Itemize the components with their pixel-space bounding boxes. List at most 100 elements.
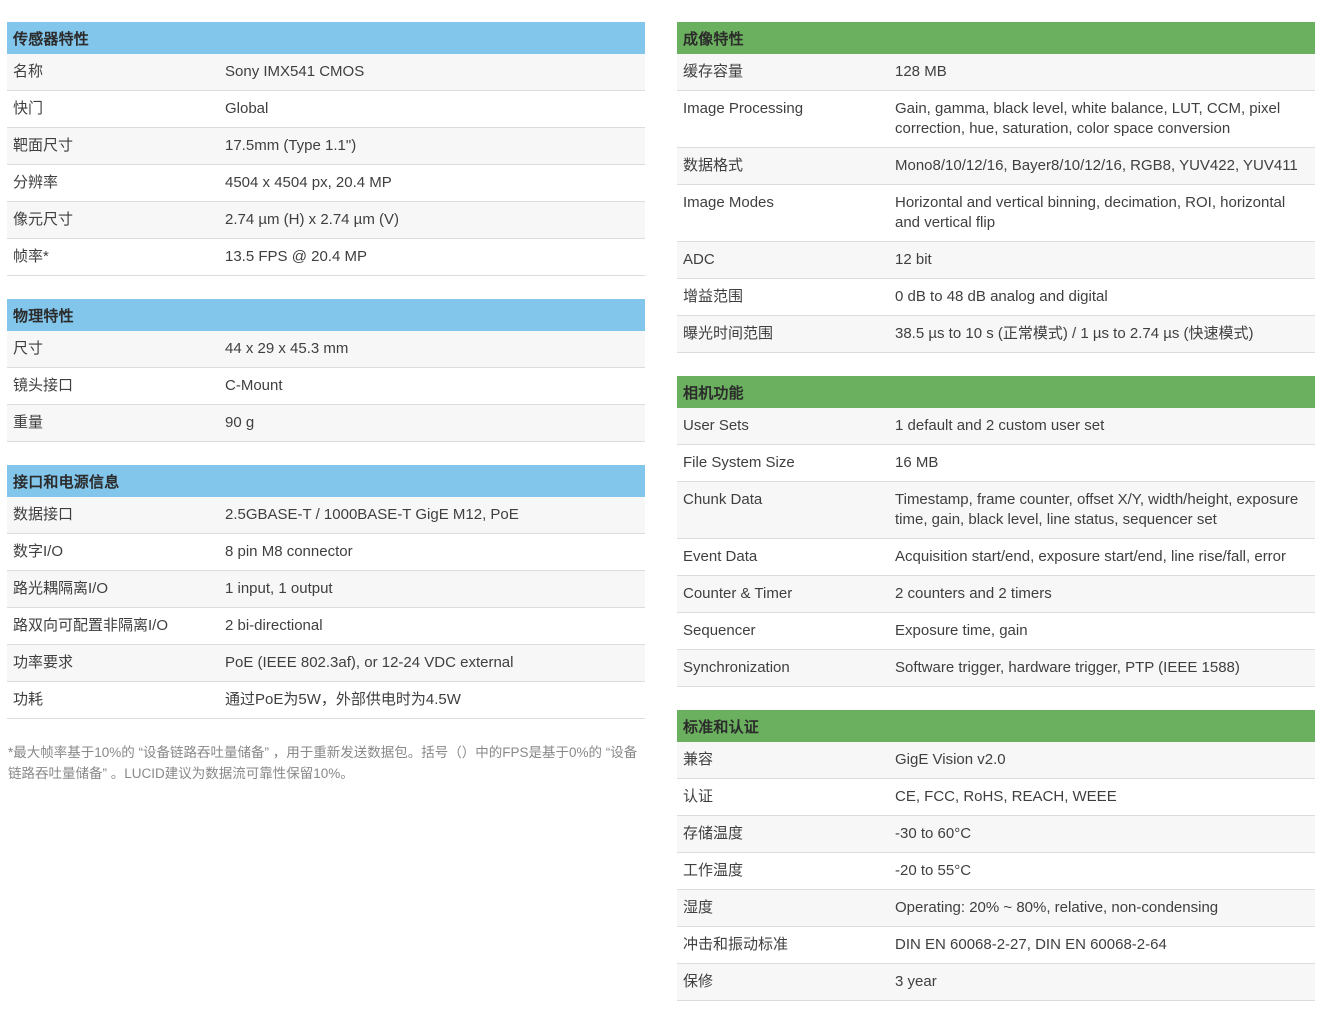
spec-label: 数据接口 — [13, 506, 74, 523]
section-body: 缓存容量 128 MB Image Processing Gain, gamma… — [677, 54, 1315, 353]
section-body: 名称 Sony IMX541 CMOS 快门 Global 靶面尺寸 17.5m… — [7, 54, 645, 276]
spec-label: ADC — [683, 251, 715, 268]
spec-value: 2.5GBASE-T / 1000BASE-T GigE M12, PoE — [225, 506, 519, 523]
spec-label: Counter & Timer — [683, 585, 793, 602]
spec-label: Image Processing — [683, 100, 804, 117]
spec-label: 重量 — [13, 414, 44, 431]
spec-value: Operating: 20% ~ 80%, relative, non-cond… — [895, 899, 1219, 916]
spec-label: 曝光时间范围 — [683, 325, 774, 342]
spec-label: 功率要求 — [13, 654, 74, 671]
table-row: ADC 12 bit — [677, 242, 1315, 279]
table-row: 认证 CE, FCC, RoHS, REACH, WEEE — [677, 779, 1315, 816]
table-row: 缓存容量 128 MB — [677, 54, 1315, 91]
table-row: User Sets 1 default and 2 custom user se… — [677, 408, 1315, 445]
right-column: 成像特性 缓存容量 128 MB Image Processing Gain, … — [677, 22, 1315, 1021]
table-row: 重量 90 g — [7, 405, 645, 442]
table-row: 像元尺寸 2.74 µm (H) x 2.74 µm (V) — [7, 202, 645, 239]
section-title-standards: 标准和认证 — [677, 710, 1315, 742]
spec-label: 功耗 — [13, 691, 44, 708]
table-row: 路光耦隔离I/O 1 input, 1 output — [7, 571, 645, 608]
table-row: Synchronization Software trigger, hardwa… — [677, 650, 1315, 687]
spec-value: 17.5mm (Type 1.1") — [225, 137, 357, 154]
spec-value: CE, FCC, RoHS, REACH, WEEE — [895, 788, 1117, 805]
spec-value: Gain, gamma, black level, white balance,… — [895, 100, 1281, 137]
section-title-interface-power: 接口和电源信息 — [7, 465, 645, 497]
table-row: 曝光时间范围 38.5 µs to 10 s (正常模式) / 1 µs to … — [677, 316, 1315, 353]
table-row: 尺寸 44 x 29 x 45.3 mm — [7, 331, 645, 368]
spec-value: 1 default and 2 custom user set — [895, 417, 1105, 434]
spec-label: 增益范围 — [683, 288, 744, 305]
section-body: 数据接口 2.5GBASE-T / 1000BASE-T GigE M12, P… — [7, 497, 645, 719]
table-row: 功率要求 PoE (IEEE 802.3af), or 12-24 VDC ex… — [7, 645, 645, 682]
spec-label: 镜头接口 — [13, 377, 74, 394]
section-body: 尺寸 44 x 29 x 45.3 mm 镜头接口 C-Mount 重量 90 … — [7, 331, 645, 442]
spec-label: 冲击和振动标准 — [683, 936, 789, 953]
spec-value: 44 x 29 x 45.3 mm — [225, 340, 349, 357]
spec-value: 0 dB to 48 dB analog and digital — [895, 288, 1108, 305]
table-row: 湿度 Operating: 20% ~ 80%, relative, non-c… — [677, 890, 1315, 927]
spec-value: Mono8/10/12/16, Bayer8/10/12/16, RGB8, Y… — [895, 157, 1298, 174]
spec-label: 靶面尺寸 — [13, 137, 74, 154]
table-row: 路双向可配置非隔离I/O 2 bi-directional — [7, 608, 645, 645]
table-row: 名称 Sony IMX541 CMOS — [7, 54, 645, 91]
spec-value: 2 bi-directional — [225, 617, 323, 634]
spec-label: 名称 — [13, 63, 44, 80]
table-row: 数据格式 Mono8/10/12/16, Bayer8/10/12/16, RG… — [677, 148, 1315, 185]
table-row: 保修 3 year — [677, 964, 1315, 1001]
section-interface-power: 接口和电源信息 数据接口 2.5GBASE-T / 1000BASE-T Gig… — [7, 465, 645, 719]
table-row: 兼容 GigE Vision v2.0 — [677, 742, 1315, 779]
section-title-sensor: 传感器特性 — [7, 22, 645, 54]
spec-value: 2 counters and 2 timers — [895, 585, 1052, 602]
table-row: 存储温度 -30 to 60°C — [677, 816, 1315, 853]
section-camera-functions: 相机功能 User Sets 1 default and 2 custom us… — [677, 376, 1315, 687]
spec-label: 认证 — [683, 788, 714, 805]
table-row: Chunk Data Timestamp, frame counter, off… — [677, 482, 1315, 539]
spec-value: 128 MB — [895, 63, 947, 80]
spec-label: 分辨率 — [13, 174, 59, 191]
table-row: Image Modes Horizontal and vertical binn… — [677, 185, 1315, 242]
spec-value: Software trigger, hardware trigger, PTP … — [895, 659, 1240, 676]
spec-label: Chunk Data — [683, 491, 763, 508]
table-row: Image Processing Gain, gamma, black leve… — [677, 91, 1315, 148]
spec-value: DIN EN 60068-2-27, DIN EN 60068-2-64 — [895, 936, 1167, 953]
spec-value: 12 bit — [895, 251, 932, 268]
spec-label: Sequencer — [683, 622, 756, 639]
spec-label: 尺寸 — [13, 340, 44, 357]
spec-label: 快门 — [13, 100, 44, 117]
spec-value: Acquisition start/end, exposure start/en… — [895, 548, 1287, 565]
spec-label: 兼容 — [683, 751, 714, 768]
table-row: 增益范围 0 dB to 48 dB analog and digital — [677, 279, 1315, 316]
spec-label: 帧率* — [13, 248, 49, 265]
table-row: 功耗 通过PoE为5W，外部供电时为4.5W — [7, 682, 645, 719]
table-row: 数据接口 2.5GBASE-T / 1000BASE-T GigE M12, P… — [7, 497, 645, 534]
table-row: Event Data Acquisition start/end, exposu… — [677, 539, 1315, 576]
table-row: 快门 Global — [7, 91, 645, 128]
spec-value: 90 g — [225, 414, 255, 431]
section-title-camera-functions: 相机功能 — [677, 376, 1315, 408]
spec-label: User Sets — [683, 417, 749, 434]
spec-columns: 传感器特性 名称 Sony IMX541 CMOS 快门 Global 靶面尺寸… — [0, 0, 1321, 1021]
section-physical-characteristics: 物理特性 尺寸 44 x 29 x 45.3 mm 镜头接口 C-Mount 重… — [7, 299, 645, 442]
table-row: 帧率* 13.5 FPS @ 20.4 MP — [7, 239, 645, 276]
table-row: 靶面尺寸 17.5mm (Type 1.1") — [7, 128, 645, 165]
table-row: Sequencer Exposure time, gain — [677, 613, 1315, 650]
spec-value: Timestamp, frame counter, offset X/Y, wi… — [895, 491, 1299, 528]
spec-value: 1 input, 1 output — [225, 580, 333, 597]
spec-label: 路光耦隔离I/O — [13, 580, 109, 597]
spec-value: 16 MB — [895, 454, 939, 471]
table-row: 工作温度 -20 to 55°C — [677, 853, 1315, 890]
spec-value: 8 pin M8 connector — [225, 543, 353, 560]
section-imaging-characteristics: 成像特性 缓存容量 128 MB Image Processing Gain, … — [677, 22, 1315, 353]
spec-label: 湿度 — [683, 899, 714, 916]
left-column: 传感器特性 名称 Sony IMX541 CMOS 快门 Global 靶面尺寸… — [7, 22, 645, 1021]
section-standards-certifications: 标准和认证 兼容 GigE Vision v2.0 认证 CE, FCC, Ro… — [677, 710, 1315, 1001]
spec-label: 像元尺寸 — [13, 211, 74, 228]
spec-label: Event Data — [683, 548, 758, 565]
spec-value: -30 to 60°C — [895, 825, 972, 842]
spec-label: File System Size — [683, 454, 795, 471]
spec-value: 通过PoE为5W，外部供电时为4.5W — [225, 691, 461, 708]
spec-value: 4504 x 4504 px, 20.4 MP — [225, 174, 392, 191]
frame-rate-footnote: *最大帧率基于10%的 “设备链路吞吐量储备” ，用于重新发送数据包。括号（）中… — [8, 745, 638, 781]
spec-label: Image Modes — [683, 194, 774, 211]
spec-value: Horizontal and vertical binning, decimat… — [895, 194, 1286, 231]
